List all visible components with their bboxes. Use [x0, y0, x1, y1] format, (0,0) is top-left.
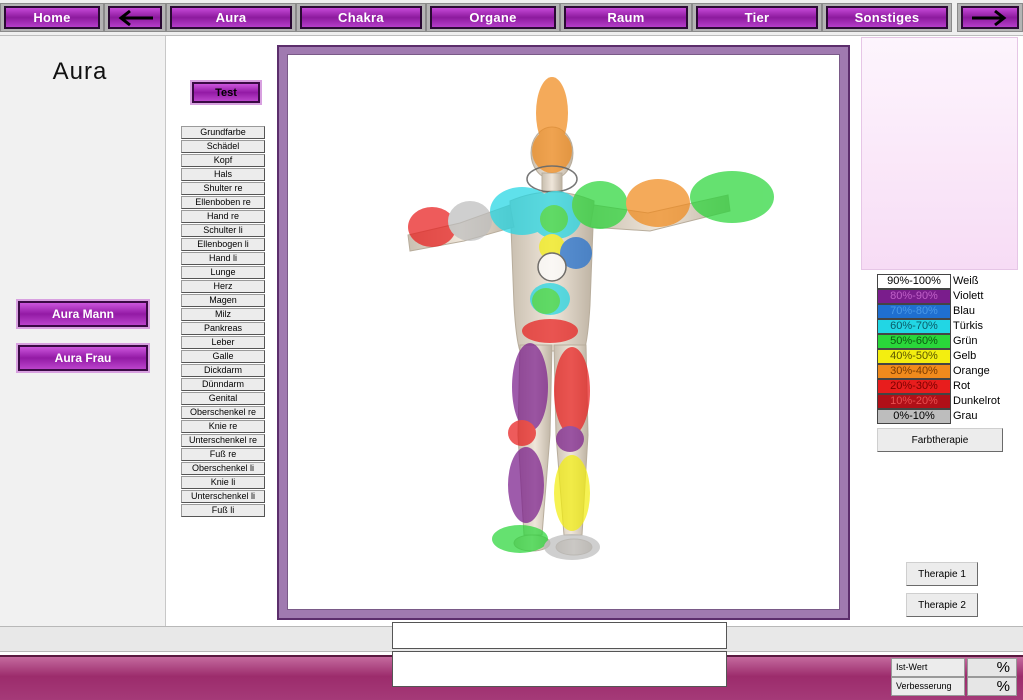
aura-image [287, 54, 840, 610]
page-title: Aura [52, 58, 108, 85]
nav-sonstiges-button[interactable]: Sonstiges [826, 6, 948, 29]
legend-label: Orange [953, 365, 990, 377]
ist-wert-label: Ist-Wert [891, 658, 965, 677]
legend-row: 10%-20% Dunkelrot [877, 394, 1017, 409]
body-part-item[interactable]: Unterschenkel li [181, 490, 265, 503]
body-part-item[interactable]: Unterschenkel re [181, 434, 265, 447]
body-part-item[interactable]: Hals [181, 168, 265, 181]
therapie-1-button[interactable]: Therapie 1 [906, 562, 978, 586]
nav-forward-button[interactable] [961, 6, 1019, 29]
legend-row: 30%-40% Orange [877, 364, 1017, 379]
test-button[interactable]: Test [192, 82, 260, 103]
nav-home-frame: Home [0, 3, 104, 32]
verbesserung-row: Verbesserung % [891, 677, 1017, 696]
nav-organe-frame: Organe [426, 3, 560, 32]
body-part-item[interactable]: Kopf [181, 154, 265, 167]
legend-swatch: 60%-70% [877, 319, 951, 334]
body-part-item[interactable]: Dickdarm [181, 364, 265, 377]
body-part-item[interactable]: Dünndarm [181, 378, 265, 391]
legend-row: 50%-60% Grün [877, 334, 1017, 349]
body-part-item[interactable]: Fuß li [181, 504, 265, 517]
body-part-item[interactable]: Oberschenkel re [181, 406, 265, 419]
body-part-item[interactable]: Knie re [181, 420, 265, 433]
body-part-item[interactable]: Oberschenkel li [181, 462, 265, 475]
legend-swatch: 30%-40% [877, 364, 951, 379]
body-part-item[interactable]: Ellenboben re [181, 196, 265, 209]
nav-forward-frame [957, 3, 1023, 32]
body-part-item[interactable]: Shulter re [181, 182, 265, 195]
legend-label: Gelb [953, 350, 977, 362]
body-part-item[interactable]: Milz [181, 308, 265, 321]
body-part-item[interactable]: Ellenbogen li [181, 238, 265, 251]
aura-mann-button[interactable]: Aura Mann [18, 301, 148, 327]
nav-raum-frame: Raum [560, 3, 692, 32]
body-part-item[interactable]: Hand re [181, 210, 265, 223]
preview-panel [861, 37, 1018, 270]
legend-swatch: 0%-10% [877, 409, 951, 424]
verbesserung-label: Verbesserung [891, 677, 965, 696]
aura-body-figure [407, 77, 774, 560]
body-part-item[interactable]: Genital [181, 392, 265, 405]
nav-tier-button[interactable]: Tier [696, 6, 818, 29]
top-navigation: Home Aura Chakra Organe Raum Tier Sonsti… [0, 0, 1023, 36]
verbesserung-value: % [967, 677, 1017, 696]
nav-aura-button[interactable]: Aura [170, 6, 292, 29]
body-part-item[interactable]: Schulter li [181, 224, 265, 237]
nav-tier-frame: Tier [692, 3, 822, 32]
legend-swatch: 70%-80% [877, 304, 951, 319]
arrow-left-icon [118, 9, 153, 26]
legend-row: 0%-10% Grau [877, 409, 1017, 424]
body-part-item[interactable]: Hand li [181, 252, 265, 265]
farbtherapie-button[interactable]: Farbtherapie [877, 428, 1003, 452]
legend-swatch: 90%-100% [877, 274, 951, 289]
nav-back-button[interactable] [108, 6, 162, 29]
legend-row: 20%-30% Rot [877, 379, 1017, 394]
arrow-right-icon [972, 9, 1007, 26]
body-part-item[interactable]: Lunge [181, 266, 265, 279]
legend-row: 80%-90% Violett [877, 289, 1017, 304]
nav-raum-button[interactable]: Raum [564, 6, 688, 29]
body-part-item[interactable]: Fuß re [181, 448, 265, 461]
body-part-item[interactable]: Pankreas [181, 322, 265, 335]
info-field-top[interactable] [392, 622, 727, 649]
legend-label: Violett [953, 290, 984, 302]
body-part-item[interactable]: Galle [181, 350, 265, 363]
legend-swatch: 40%-50% [877, 349, 951, 364]
left-panel [0, 36, 166, 626]
aura-frau-button[interactable]: Aura Frau [18, 345, 148, 371]
ist-wert-row: Ist-Wert % [891, 658, 1017, 677]
body-part-item[interactable]: Grundfarbe [181, 126, 265, 139]
nav-sonstiges-frame: Sonstiges [822, 3, 952, 32]
legend-label: Weiß [953, 275, 979, 287]
legend-label: Grün [953, 335, 978, 347]
nav-back-frame [104, 3, 166, 32]
body-part-item[interactable]: Magen [181, 294, 265, 307]
therapie-2-button[interactable]: Therapie 2 [906, 593, 978, 617]
aura-spots [408, 77, 774, 560]
legend-swatch: 80%-90% [877, 289, 951, 304]
ist-wert-value: % [967, 658, 1017, 677]
legend-swatch: 50%-60% [877, 334, 951, 349]
legend-swatch: 20%-30% [877, 379, 951, 394]
nav-aura-frame: Aura [166, 3, 296, 32]
legend-label: Grau [953, 410, 978, 422]
nav-organe-button[interactable]: Organe [430, 6, 556, 29]
legend-row: 70%-80% Blau [877, 304, 1017, 319]
info-field-bottom[interactable] [392, 651, 727, 687]
legend-label: Blau [953, 305, 976, 317]
body-part-item[interactable]: Schädel [181, 140, 265, 153]
legend-row: 60%-70% Türkis [877, 319, 1017, 334]
legend-swatch: 10%-20% [877, 394, 951, 409]
legend-label: Dunkelrot [953, 395, 1001, 407]
legend-label: Türkis [953, 320, 983, 332]
body-part-item[interactable]: Leber [181, 336, 265, 349]
body-part-item[interactable]: Knie li [181, 476, 265, 489]
body-part-item[interactable]: Herz [181, 280, 265, 293]
legend-row: 40%-50% Gelb [877, 349, 1017, 364]
nav-chakra-button[interactable]: Chakra [300, 6, 422, 29]
nav-chakra-frame: Chakra [296, 3, 426, 32]
legend-label: Rot [953, 380, 971, 392]
nav-home-button[interactable]: Home [4, 6, 100, 29]
legend-row: 90%-100% Weiß [877, 274, 1017, 289]
